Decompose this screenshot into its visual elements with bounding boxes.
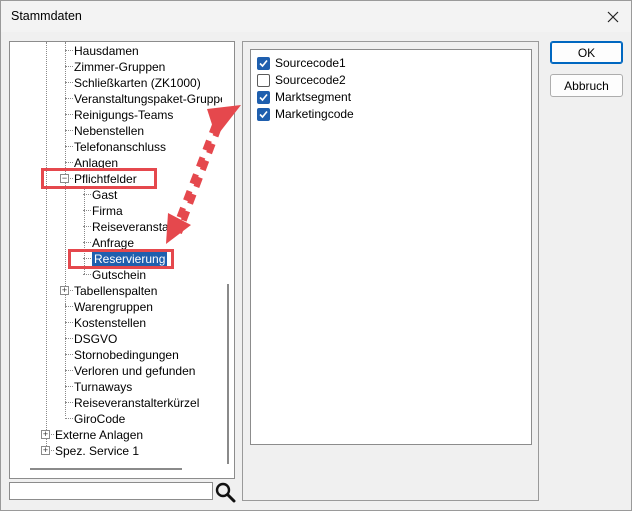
annotation-arrows [166, 105, 241, 244]
arrow-to-reservierung-icon [166, 125, 222, 244]
stammdaten-dialog: Stammdaten Hausdamen Zimmer-Gruppen Schlie… [0, 0, 632, 511]
